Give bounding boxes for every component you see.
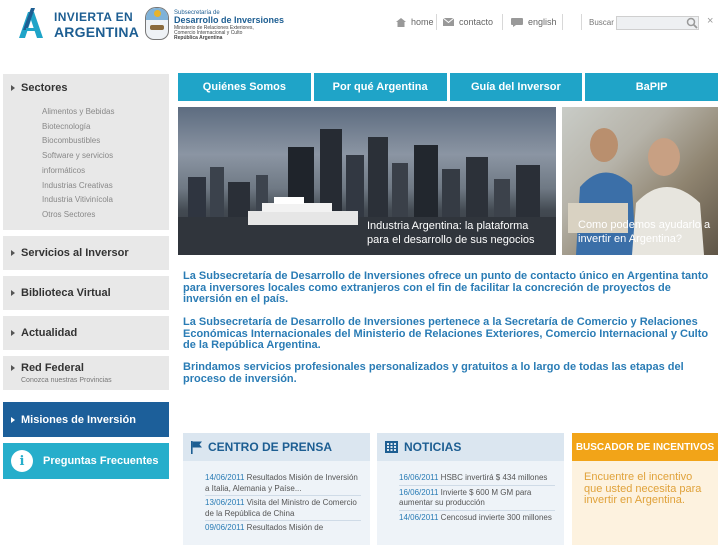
news-date: 14/06/2011 [399, 512, 439, 522]
arrow-right-icon [11, 85, 15, 91]
noticias-panel: NOTICIAS 16/06/2011 HSBC invertirá $ 434… [377, 433, 564, 545]
sector-link[interactable]: Biotecnología [42, 120, 169, 135]
sidebar-item-label: Servicios al Inversor [21, 247, 129, 259]
sector-link[interactable]: Software y servicios [42, 149, 169, 164]
misiones-button[interactable]: Misiones de Inversión [3, 402, 169, 437]
list-item[interactable]: 13/06/2011 Visita del Ministro de Comerc… [205, 498, 361, 519]
sector-link[interactable]: informáticos [42, 164, 169, 179]
divider [399, 509, 555, 511]
news-date: 13/06/2011 [205, 498, 245, 507]
prensa-panel: CENTRO DE PRENSA 14/06/2011 Resultados M… [183, 433, 370, 545]
sector-link[interactable]: Industria Vitivinícola [42, 193, 169, 208]
calendar-grid-icon [385, 441, 398, 453]
intro-paragraph: Brindamos servicios profesionales person… [183, 361, 684, 385]
arrow-right-icon [11, 365, 15, 371]
news-date: 14/06/2011 [205, 473, 245, 482]
sidebar-item-label: Biblioteca Virtual [21, 287, 111, 299]
search-label: Buscar [589, 18, 614, 27]
sidebar-item-label: Red Federal [21, 362, 84, 374]
red-federal-subtitle: Conozca nuestras Provincias [21, 377, 112, 384]
buscador-text: Encuentre el incentivo que usted necesit… [584, 471, 702, 506]
info-icon: i [11, 450, 33, 472]
sidebar-item-servicios[interactable]: Servicios al Inversor [3, 236, 169, 270]
news-text: HSBC invertirá $ 434 millones [438, 473, 548, 482]
site-logo-text[interactable]: INVIERTA EN ARGENTINA [54, 11, 139, 39]
tab-quienes-somos[interactable]: Quiénes Somos [178, 73, 311, 101]
sidebar-item-label: Actualidad [21, 327, 78, 339]
buscador-title: BUSCADOR DE INCENTIVOS [572, 433, 718, 461]
main-tabs: Quiénes Somos Por qué Argentina Guía del… [178, 73, 718, 101]
misiones-label: Misiones de Inversión [21, 413, 136, 426]
nav-english-link[interactable]: english [511, 15, 557, 29]
gov-logo[interactable]: Subsecretaría de Desarrollo de Inversion… [174, 10, 284, 41]
arrow-right-icon [11, 290, 15, 296]
gov-line5: República Argentina [174, 35, 223, 42]
sidebar-item-biblioteca[interactable]: Biblioteca Virtual [3, 276, 169, 310]
noticias-list: 16/06/2011 HSBC invertirá $ 434 millones… [399, 473, 555, 524]
speech-bubble-icon [511, 17, 523, 27]
nav-divider [436, 14, 437, 30]
sidebar-item-red-federal[interactable]: Red Federal Conozca nuestras Provincias [3, 356, 169, 390]
logo-line2: ARGENTINA [54, 24, 140, 40]
preguntas-label: Preguntas Frecuentes [43, 455, 159, 467]
arrow-right-icon [11, 330, 15, 336]
tab-por-que-argentina[interactable]: Por qué Argentina [313, 73, 447, 101]
buscador-panel[interactable]: BUSCADOR DE INCENTIVOS Encuentre el ince… [572, 433, 718, 545]
home-icon [396, 17, 406, 27]
arrow-right-icon [11, 250, 15, 256]
list-item[interactable]: 16/06/2011 HSBC invertirá $ 434 millones [399, 473, 555, 484]
divider [399, 484, 555, 486]
noticias-title: NOTICIAS [404, 440, 462, 454]
nav-home-label: home [411, 17, 434, 27]
nav-divider [502, 14, 503, 30]
invierta-logo-icon[interactable] [15, 6, 49, 40]
arrow-right-icon [11, 416, 15, 423]
nav-english-label: english [528, 17, 557, 27]
logo-line1: INVIERTA EN [54, 10, 134, 24]
news-text: Resultados Misión de [244, 523, 324, 532]
sidebar-item-actualidad[interactable]: Actualidad [3, 316, 169, 350]
sector-link[interactable]: Industrias Creativas [42, 179, 169, 194]
tab-guia-inversor[interactable]: Guía del Inversor [449, 73, 583, 101]
prensa-header[interactable]: CENTRO DE PRENSA [183, 433, 370, 461]
search-icon[interactable] [686, 17, 698, 29]
preguntas-button[interactable]: i Preguntas Frecuentes [3, 443, 169, 479]
nav-home-link[interactable]: home [396, 15, 434, 29]
intro-paragraph: La Subsecretaría de Desarrollo de Invers… [183, 316, 709, 352]
banner-left-caption[interactable]: Industria Argentina: la plataforma para … [367, 219, 553, 247]
banner-right-caption[interactable]: Como podemos ayudarlo a invertir en Arge… [578, 218, 718, 246]
divider [205, 520, 361, 521]
flag-icon [191, 440, 202, 454]
nav-contacto-label: contacto [459, 17, 494, 27]
nav-divider [562, 14, 563, 30]
sector-link[interactable]: Alimentos y Bebidas [42, 105, 169, 120]
list-item[interactable]: 14/06/2011 Cencosud invierte 300 millone… [399, 513, 555, 524]
sector-link[interactable]: Otros Sectores [42, 208, 169, 223]
prensa-list: 14/06/2011 Resultados Misión de Inversió… [205, 473, 361, 535]
close-icon[interactable]: × [707, 16, 713, 27]
nav-contacto-link[interactable]: contacto [443, 15, 493, 29]
noticias-header[interactable]: NOTICIAS [377, 433, 564, 461]
tab-bapip[interactable]: BaPIP [585, 73, 718, 101]
prensa-title: CENTRO DE PRENSA [208, 440, 333, 454]
divider [205, 495, 361, 496]
news-date: 16/06/2011 [399, 473, 439, 482]
intro-paragraph: La Subsecretaría de Desarrollo de Invers… [183, 270, 709, 306]
news-text: Cencosud invierte 300 millones [438, 512, 552, 522]
sector-link[interactable]: Biocombustibles [42, 134, 169, 149]
sidebar-item-sectores[interactable]: Sectores [3, 74, 67, 102]
page: INVIERTA EN ARGENTINA Subsecretaría de D… [0, 0, 727, 545]
sidebar-sectores: Sectores Alimentos y Bebidas Biotecnolog… [3, 74, 169, 230]
sidebar-sectores-label: Sectores [21, 82, 68, 94]
news-date: 16/06/2011 [399, 487, 439, 497]
argentina-seal-icon [145, 7, 169, 40]
list-item[interactable]: 14/06/2011 Resultados Misión de Inversió… [205, 473, 361, 494]
envelope-icon [443, 18, 454, 26]
sector-list: Alimentos y Bebidas Biotecnología Biocom… [42, 105, 169, 223]
list-item[interactable]: 09/06/2011 Resultados Misión de [205, 523, 361, 534]
news-date: 09/06/2011 [205, 523, 245, 532]
list-item[interactable]: 16/06/2011 Invierte $ 600 M GM para aume… [399, 488, 555, 509]
nav-divider [581, 14, 582, 30]
